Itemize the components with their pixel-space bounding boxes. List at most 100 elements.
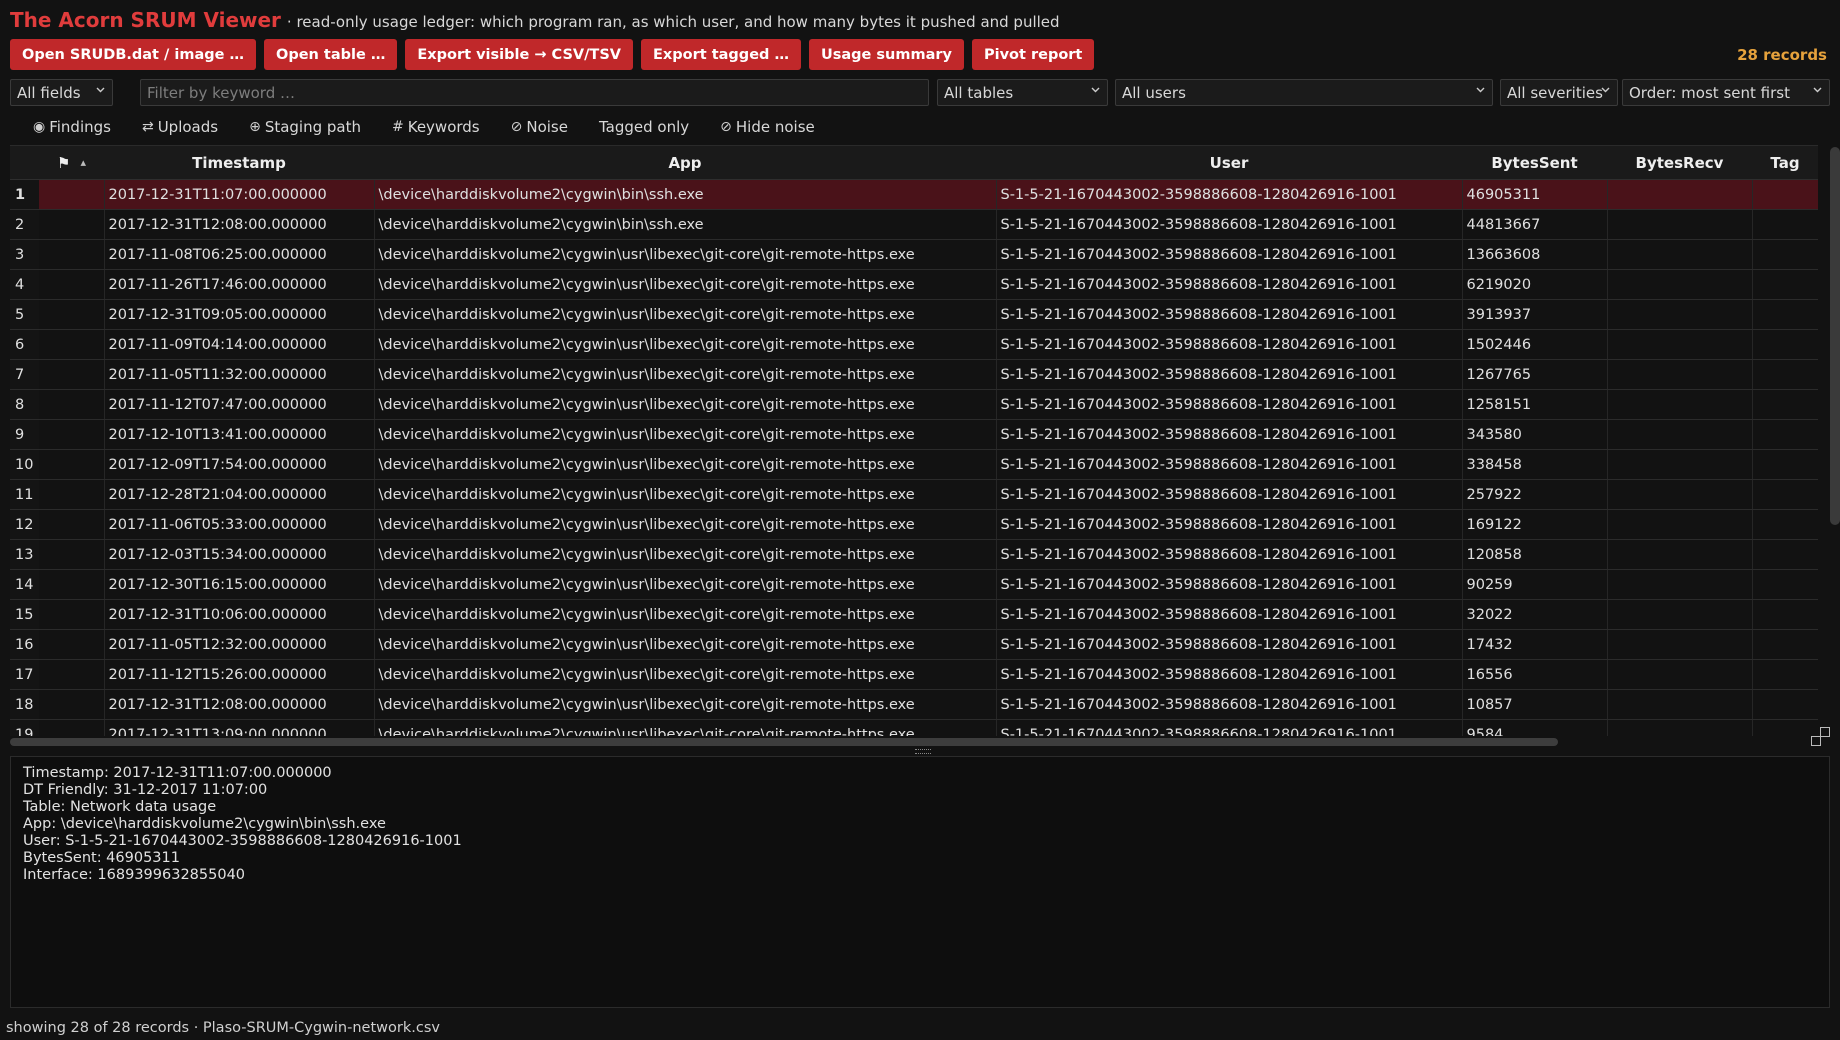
flag-cell[interactable] (39, 239, 105, 270)
tag-cell[interactable] (1752, 509, 1818, 540)
open-srudb-button[interactable]: Open SRUDB.dat / image … (10, 39, 257, 70)
keyword-filter-input[interactable]: Filter by keyword … (140, 79, 929, 106)
tables-select[interactable]: All tables (937, 79, 1108, 106)
user-cell: S-1-5-21-1670443002-3598886608-128042691… (996, 479, 1463, 510)
table-row[interactable]: 5 2017-12-31T09:05:00.000000 \device\hardd… (10, 299, 1818, 330)
table-row[interactable]: 12 2017-11-06T05:33:00.000000 \device\hard… (10, 509, 1818, 540)
noise-toggle[interactable]: ⊘ Noise (511, 116, 568, 138)
tag-cell[interactable] (1752, 239, 1818, 270)
tag-cell[interactable] (1752, 329, 1818, 360)
tag-cell[interactable] (1752, 479, 1818, 510)
table-row[interactable]: 16 2017-11-05T12:32:00.000000 \device\hard… (10, 629, 1818, 660)
table-vertical-scrollbar[interactable] (1830, 147, 1840, 525)
app-column-header[interactable]: App (374, 146, 996, 180)
tag-cell[interactable] (1752, 179, 1818, 210)
table-row[interactable]: 4 2017-11-26T17:46:00.000000 \device\hardd… (10, 269, 1818, 300)
flag-cell[interactable] (39, 269, 105, 300)
bytes-recv-column-header[interactable]: BytesRecv (1607, 146, 1752, 180)
flag-cell[interactable] (39, 389, 105, 420)
timestamp-cell: 2017-12-03T15:34:00.000000 (104, 539, 375, 570)
usage-summary-button[interactable]: Usage summary (808, 39, 964, 70)
flag-cell[interactable] (39, 479, 105, 510)
table-row[interactable]: 13 2017-12-03T15:34:00.000000 \device\hard… (10, 539, 1818, 570)
table-row[interactable]: 1 2017-12-31T11:07:00.000000 \device\hardd… (10, 179, 1818, 210)
table-row[interactable]: 11 2017-12-28T21:04:00.000000 \device\hard… (10, 479, 1818, 510)
tag-cell[interactable] (1752, 389, 1818, 420)
flag-cell[interactable] (39, 689, 105, 720)
filter-bar: All fields Filter by keyword … All table… (10, 79, 1830, 107)
flag-cell[interactable] (39, 329, 105, 360)
open-table-button[interactable]: Open table … (264, 39, 398, 70)
flag-sort-header[interactable]: ⚑ ▴ (39, 146, 104, 180)
flag-cell[interactable] (39, 449, 105, 480)
pane-splitter-handle[interactable] (915, 749, 931, 754)
timestamp-column-header[interactable]: Timestamp (104, 146, 374, 180)
tag-cell[interactable] (1752, 719, 1818, 736)
row-number: 15 (10, 599, 39, 630)
tag-column-header[interactable]: Tag (1752, 146, 1818, 180)
resize-grip-icon[interactable] (1811, 736, 1821, 746)
uploads-toggle[interactable]: ⇄ Uploads (142, 116, 218, 138)
flag-cell[interactable] (39, 419, 105, 450)
flag-cell[interactable] (39, 509, 105, 540)
export-tagged-button[interactable]: Export tagged … (640, 39, 801, 70)
pivot-report-button[interactable]: Pivot report (971, 39, 1095, 70)
flag-cell[interactable] (39, 299, 105, 330)
resize-grip-icon[interactable] (1820, 727, 1830, 737)
flag-cell[interactable] (39, 179, 105, 210)
bytes-recv-cell (1607, 239, 1753, 270)
tagged-only-toggle[interactable]: Tagged only (599, 116, 689, 138)
tag-cell[interactable] (1752, 269, 1818, 300)
table-row[interactable]: 9 2017-12-10T13:41:00.000000 \device\hardd… (10, 419, 1818, 450)
table-row[interactable]: 8 2017-11-12T07:47:00.000000 \device\hardd… (10, 389, 1818, 420)
detail-line: Table: Network data usage (23, 799, 217, 815)
tag-cell[interactable] (1752, 569, 1818, 600)
tag-cell[interactable] (1752, 449, 1818, 480)
user-cell: S-1-5-21-1670443002-3598886608-128042691… (996, 569, 1463, 600)
table-row[interactable]: 18 2017-12-31T12:08:00.000000 \device\hard… (10, 689, 1818, 720)
tag-cell[interactable] (1752, 539, 1818, 570)
table-horizontal-scrollbar[interactable] (10, 738, 1558, 746)
hide-noise-toggle[interactable]: ⊘ Hide noise (720, 116, 815, 138)
tag-cell[interactable] (1752, 299, 1818, 330)
table-row[interactable]: 19 2017-12-31T13:09:00.000000 \device\hard… (10, 719, 1818, 736)
table-row[interactable]: 17 2017-11-12T15:26:00.000000 \device\hard… (10, 659, 1818, 690)
flag-cell[interactable] (39, 209, 105, 240)
staging-path-toggle[interactable]: ⊕ Staging path (249, 116, 361, 138)
row-number: 18 (10, 689, 39, 720)
field-select[interactable]: All fields (10, 79, 113, 106)
severities-select[interactable]: All severities (1500, 79, 1618, 106)
flag-cell[interactable] (39, 629, 105, 660)
tag-cell[interactable] (1752, 599, 1818, 630)
flag-cell[interactable] (39, 539, 105, 570)
findings-toggle[interactable]: ◉ Findings (33, 116, 111, 138)
users-select[interactable]: All users (1115, 79, 1493, 106)
tag-cell[interactable] (1752, 659, 1818, 690)
no-entry-icon: ⊘ (510, 119, 523, 135)
table-row[interactable]: 2 2017-12-31T12:08:00.000000 \device\hardd… (10, 209, 1818, 240)
table-row[interactable]: 15 2017-12-31T10:06:00.000000 \device\hard… (10, 599, 1818, 630)
table-row[interactable]: 7 2017-11-05T11:32:00.000000 \device\hardd… (10, 359, 1818, 390)
table-row[interactable]: 3 2017-11-08T06:25:00.000000 \device\hardd… (10, 239, 1818, 270)
tag-cell[interactable] (1752, 359, 1818, 390)
tag-cell[interactable] (1752, 419, 1818, 450)
bytes-recv-cell (1607, 419, 1753, 450)
flag-cell[interactable] (39, 719, 105, 736)
table-row[interactable]: 6 2017-11-09T04:14:00.000000 \device\hardd… (10, 329, 1818, 360)
flag-cell[interactable] (39, 599, 105, 630)
flag-cell[interactable] (39, 569, 105, 600)
bytes-sent-cell: 32022 (1462, 599, 1608, 630)
tag-cell[interactable] (1752, 629, 1818, 660)
user-column-header[interactable]: User (996, 146, 1462, 180)
tag-cell[interactable] (1752, 209, 1818, 240)
radio-dot-icon: ◉ (33, 119, 46, 135)
flag-cell[interactable] (39, 359, 105, 390)
table-row[interactable]: 10 2017-12-09T17:54:00.000000 \device\hard… (10, 449, 1818, 480)
bytes-sent-column-header[interactable]: BytesSent (1462, 146, 1607, 180)
export-visible-button[interactable]: Export visible → CSV/TSV (405, 39, 633, 70)
flag-cell[interactable] (39, 659, 105, 690)
keywords-toggle[interactable]: # Keywords (392, 116, 480, 138)
table-row[interactable]: 14 2017-12-30T16:15:00.000000 \device\hard… (10, 569, 1818, 600)
tag-cell[interactable] (1752, 689, 1818, 720)
order-select[interactable]: Order: most sent first (1622, 79, 1830, 106)
